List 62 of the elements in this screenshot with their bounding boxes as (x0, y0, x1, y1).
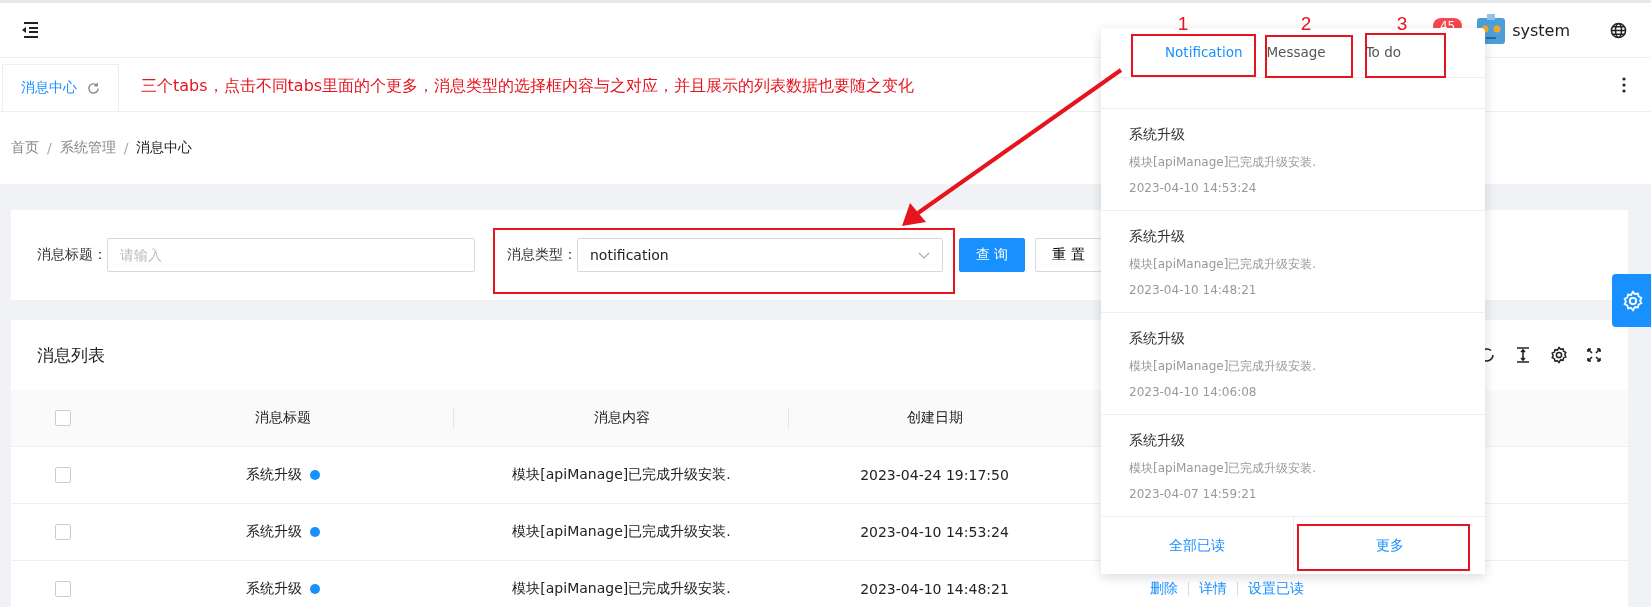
column-header: 创建日期 (906, 409, 963, 427)
notification-title: 系统升级 (1129, 228, 1185, 246)
table-cell: 系统升级 (245, 523, 302, 541)
annotation-number: 3 (1396, 13, 1408, 34)
menu-icon[interactable] (20, 21, 40, 39)
notification-content: 模块[apiManage]已完成升级安装. (1129, 154, 1317, 171)
breadcrumb-item[interactable]: 系统管理 (59, 139, 116, 157)
select-all-checkbox[interactable] (55, 410, 71, 426)
row-action-link[interactable]: 删除 (1150, 580, 1178, 598)
settings-button[interactable] (1612, 274, 1651, 327)
table-cell: 模块[apiManage]已完成升级安装. (512, 466, 731, 484)
notification-date: 2023-04-07 14:59:21 (1129, 487, 1257, 501)
chevron-down-icon (918, 251, 930, 259)
title-input-field[interactable]: 请输入 (107, 238, 475, 272)
notification-content: 模块[apiManage]已完成升级安装. (1129, 358, 1317, 375)
reset-button[interactable]: 重 置 (1035, 238, 1102, 272)
page-tab[interactable]: 消息中心 (2, 64, 119, 111)
table-cell: 模块[apiManage]已完成升级安装. (512, 523, 731, 541)
notification-title: 系统升级 (1129, 432, 1185, 450)
table-title: 消息列表 (37, 343, 105, 367)
more-icon[interactable] (1622, 76, 1626, 93)
breadcrumb-separator: / (47, 140, 52, 156)
column-header: 消息内容 (593, 409, 650, 427)
annotation-number: 2 (1300, 13, 1312, 34)
mark-all-read-button[interactable]: 全部已读 (1101, 517, 1293, 574)
globe-icon[interactable] (1610, 21, 1627, 39)
table-cell: 系统升级 (245, 580, 302, 598)
notification-content: 模块[apiManage]已完成升级安装. (1129, 460, 1317, 477)
table-cell: 系统升级 (245, 466, 302, 484)
notification-item[interactable]: 系统升级 模块[apiManage]已完成升级安装. 2023-04-10 14:53:24 (1101, 109, 1485, 211)
notification-date: 2023-04-10 14:06:08 (1129, 385, 1257, 399)
notification-title: 系统升级 (1129, 330, 1185, 348)
table-cell: 模块[apiManage]已完成升级安装. (512, 580, 731, 598)
column-header: 消息标题 (254, 409, 311, 427)
notification-date: 2023-04-10 14:48:21 (1129, 283, 1257, 297)
row-action-link[interactable]: 设置已读 (1248, 580, 1304, 598)
notification-date: 2023-04-10 14:53:24 (1129, 181, 1257, 195)
breadcrumb-item: 消息中心 (136, 139, 193, 157)
settings-icon[interactable] (1550, 346, 1568, 364)
table-cell: 2023-04-24 19:17:50 (860, 467, 1009, 483)
user-name[interactable]: system (1512, 20, 1570, 40)
fullscreen-icon[interactable] (1586, 347, 1602, 363)
more-button[interactable]: 更多 (1293, 517, 1485, 574)
column-height-icon[interactable] (1514, 346, 1532, 364)
breadcrumb-separator: / (123, 140, 129, 156)
table-cell: 2023-04-10 14:53:24 (860, 524, 1009, 540)
row-action-link[interactable]: 详情 (1199, 580, 1227, 598)
table-cell: 2023-04-10 14:48:21 (860, 581, 1009, 597)
notification-item[interactable]: 系统升级 模块[apiManage]已完成升级安装. 2023-04-10 14:06:08 (1101, 313, 1485, 415)
type-select[interactable]: notification (577, 238, 943, 272)
search-button[interactable]: 查 询 (959, 238, 1026, 272)
annotation-note: 三个tabs，点击不同tabs里面的个更多，消息类型的选择框内容与之对应，并且展示的列表数据也要随之变化 (141, 76, 915, 97)
row-checkbox[interactable] (55, 581, 71, 597)
notification-title: 系统升级 (1129, 126, 1185, 144)
row-checkbox[interactable] (55, 467, 71, 483)
row-checkbox[interactable] (55, 524, 71, 540)
field-label: 消息标题： (37, 246, 107, 264)
breadcrumb-item[interactable]: 首页 (11, 139, 39, 157)
notification-content: 模块[apiManage]已完成升级安装. (1129, 256, 1317, 273)
field-label: 消息类型： (507, 246, 577, 264)
settings-icon (1622, 289, 1644, 312)
notification-item[interactable]: 系统升级 模块[apiManage]已完成升级安装. 2023-04-10 14:48:21 (1101, 211, 1485, 313)
